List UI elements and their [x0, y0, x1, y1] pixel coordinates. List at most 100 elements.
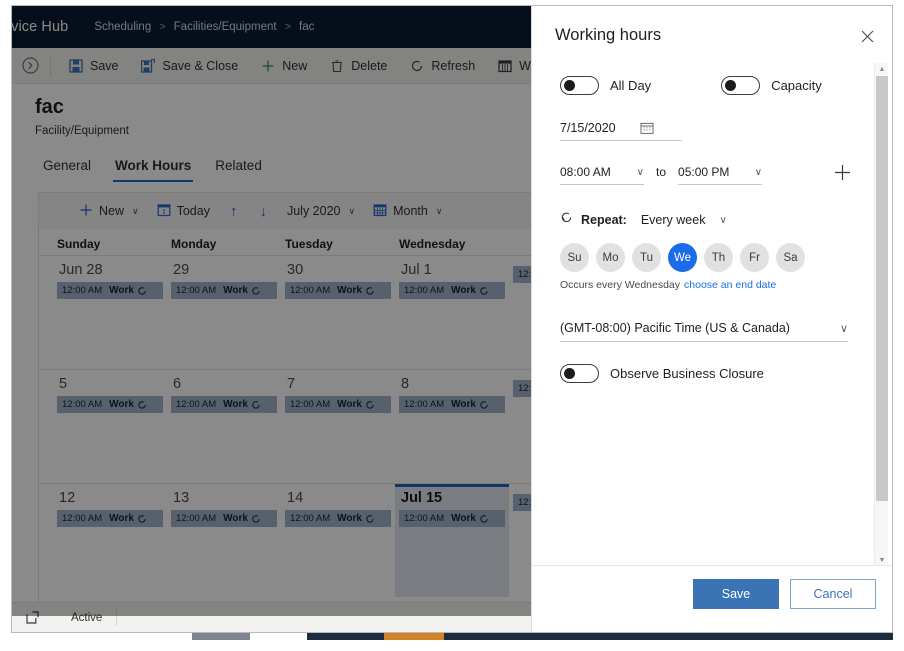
all-day-toggle[interactable]: [560, 76, 599, 95]
calendar-day-cell[interactable]: 8 12:00 AM Work: [395, 370, 509, 483]
repeat-value[interactable]: Every week: [641, 213, 706, 227]
save-button-label: Save: [90, 58, 119, 73]
calendar-day-cell[interactable]: 29 12:00 AM Work: [167, 256, 281, 369]
day-number: 7: [287, 376, 296, 392]
occurrence-summary: Occurs every Wednesday choose an end date: [560, 279, 852, 291]
work-hours-event[interactable]: 12:00 AM Work: [57, 282, 163, 299]
recurrence-icon: [137, 286, 147, 296]
calendar-next-button[interactable]: ↓: [249, 203, 277, 220]
add-time-range-button[interactable]: [833, 163, 852, 183]
event-label: Work: [223, 285, 248, 296]
chevron-down-icon: ∨: [636, 166, 644, 178]
capacity-toggle[interactable]: [721, 76, 761, 95]
day-number: 12: [59, 490, 76, 506]
work-hours-event[interactable]: 12:00 AM Work: [285, 282, 391, 299]
browser-window: ervice Hub Scheduling > Facilities/Equip…: [11, 5, 893, 633]
start-time-field[interactable]: 08:00 AM ∨: [560, 165, 644, 185]
calendar-day-cell[interactable]: Jul 1 12:00 AM Work: [395, 256, 509, 369]
work-hours-event[interactable]: 12:00 AM Work: [399, 282, 505, 299]
capacity-toggle-group[interactable]: Capacity: [721, 76, 822, 95]
trash-icon: [329, 58, 344, 73]
breadcrumb-item-facilities[interactable]: Facilities/Equipment: [174, 21, 277, 33]
weekday-pill-sa[interactable]: Sa: [776, 243, 805, 272]
calendar-view-selector[interactable]: Month ∨: [365, 196, 450, 226]
observe-business-closure-group[interactable]: Observe Business Closure: [560, 364, 852, 383]
breadcrumb-item-scheduling[interactable]: Scheduling: [94, 21, 151, 33]
plus-icon: [79, 203, 93, 220]
work-hours-event[interactable]: 12:00 AM Work: [285, 396, 391, 413]
panel-save-button[interactable]: Save: [693, 579, 779, 609]
open-in-new-window-icon[interactable]: [26, 611, 39, 624]
calendar-day-cell[interactable]: 14 12:00 AM Work: [281, 484, 395, 597]
calendar-day-cell[interactable]: Jun 28 12:00 AM Work: [53, 256, 167, 369]
date-field[interactable]: 7/15/2020: [560, 121, 682, 141]
panel-cancel-button[interactable]: Cancel: [790, 579, 876, 609]
save-and-close-label: Save & Close: [162, 58, 239, 73]
calendar-day-cell[interactable]: 5 12:00 AM Work: [53, 370, 167, 483]
weekday-pill-tu[interactable]: Tu: [632, 243, 661, 272]
timezone-field[interactable]: (GMT-08:00) Pacific Time (US & Canada) ∨: [560, 321, 848, 342]
taskbar-segment-active: [384, 633, 444, 640]
save-and-close-button[interactable]: Save & Close: [130, 48, 250, 84]
weekday-pill-th[interactable]: Th: [704, 243, 733, 272]
tab-work-hours[interactable]: Work Hours: [105, 154, 201, 182]
work-hours-event[interactable]: 12:00 AM Work: [171, 510, 277, 527]
recurrence-icon: [137, 400, 147, 410]
work-hours-event[interactable]: 12:00 AM Work: [171, 282, 277, 299]
tab-related[interactable]: Related: [205, 154, 272, 182]
work-hours-event[interactable]: 12:00 AM Work: [57, 396, 163, 413]
end-time-field[interactable]: 05:00 PM ∨: [678, 165, 763, 185]
delete-button[interactable]: Delete: [318, 48, 398, 84]
all-day-toggle-group[interactable]: All Day: [560, 76, 651, 95]
recurrence-icon: [137, 514, 147, 524]
calendar-day-cell[interactable]: 30 12:00 AM Work: [281, 256, 395, 369]
save-button[interactable]: Save: [57, 48, 130, 84]
calendar-day-cell[interactable]: 12 12:00 AM Work: [53, 484, 167, 597]
work-hours-event[interactable]: 12:00 AM Work: [285, 510, 391, 527]
time-range-row: 08:00 AM ∨ to 05:00 PM ∨: [560, 163, 852, 185]
choose-end-date-link[interactable]: choose an end date: [684, 279, 776, 291]
weekday-pill-fr[interactable]: Fr: [740, 243, 769, 272]
tab-general[interactable]: General: [33, 154, 101, 182]
calendar-prev-button[interactable]: ↑: [220, 203, 248, 220]
chevron-down-icon: ∨: [754, 166, 763, 178]
day-number: 8: [401, 376, 410, 392]
clock-history-icon[interactable]: [12, 57, 48, 74]
chevron-down-icon: ∨: [132, 205, 139, 216]
observe-business-closure-toggle[interactable]: [560, 364, 599, 383]
scrollbar-thumb[interactable]: [876, 76, 888, 501]
calendar-day-cell[interactable]: 6 12:00 AM Work: [167, 370, 281, 483]
date-field-value: 7/15/2020: [560, 121, 616, 135]
calendar-day-cell[interactable]: 13 12:00 AM Work: [167, 484, 281, 597]
calendar-day-cell[interactable]: 7 12:00 AM Work: [281, 370, 395, 483]
day-header-wednesday: Wednesday: [399, 237, 466, 251]
calendar-picker-icon[interactable]: [640, 121, 654, 135]
work-hours-event[interactable]: 12:00 AM Work: [399, 510, 505, 527]
delete-button-label: Delete: [351, 58, 388, 73]
work-hours-event[interactable]: 12:00 AM Work: [57, 510, 163, 527]
refresh-button[interactable]: Refresh: [398, 48, 486, 84]
screenshot-root: ervice Hub Scheduling > Facilities/Equip…: [0, 0, 904, 651]
chevron-down-icon[interactable]: ∨: [719, 215, 726, 226]
work-hours-event[interactable]: 12:00 AM Work: [399, 396, 505, 413]
weekday-pill-su[interactable]: Su: [560, 243, 589, 272]
close-icon[interactable]: [856, 25, 878, 47]
new-button[interactable]: New: [249, 48, 318, 84]
app-name-label[interactable]: ervice Hub: [12, 19, 68, 35]
event-label: Work: [451, 513, 476, 524]
calendar-period-selector[interactable]: July 2020 ∨: [279, 196, 363, 226]
scroll-up-arrow-icon[interactable]: ▲: [875, 63, 889, 75]
chevron-right-icon: >: [159, 21, 166, 33]
weekday-pill-we[interactable]: We: [668, 243, 697, 272]
breadcrumb: Scheduling > Facilities/Equipment > fac: [94, 21, 314, 33]
weekday-pill-mo[interactable]: Mo: [596, 243, 625, 272]
breadcrumb-item-fac[interactable]: fac: [299, 21, 314, 33]
calendar-today-icon: [157, 203, 171, 220]
work-hours-event[interactable]: 12:00 AM Work: [171, 396, 277, 413]
day-number: Jul 15: [401, 490, 443, 506]
panel-scrollbar[interactable]: ▲ ▼: [874, 63, 888, 566]
calendar-today-button[interactable]: Today: [149, 196, 218, 226]
calendar-day-cell-selected[interactable]: Jul 15 12:00 AM Work: [395, 484, 509, 597]
event-time: 12:00 AM: [404, 513, 445, 524]
calendar-new-button[interactable]: New ∨: [71, 196, 147, 226]
